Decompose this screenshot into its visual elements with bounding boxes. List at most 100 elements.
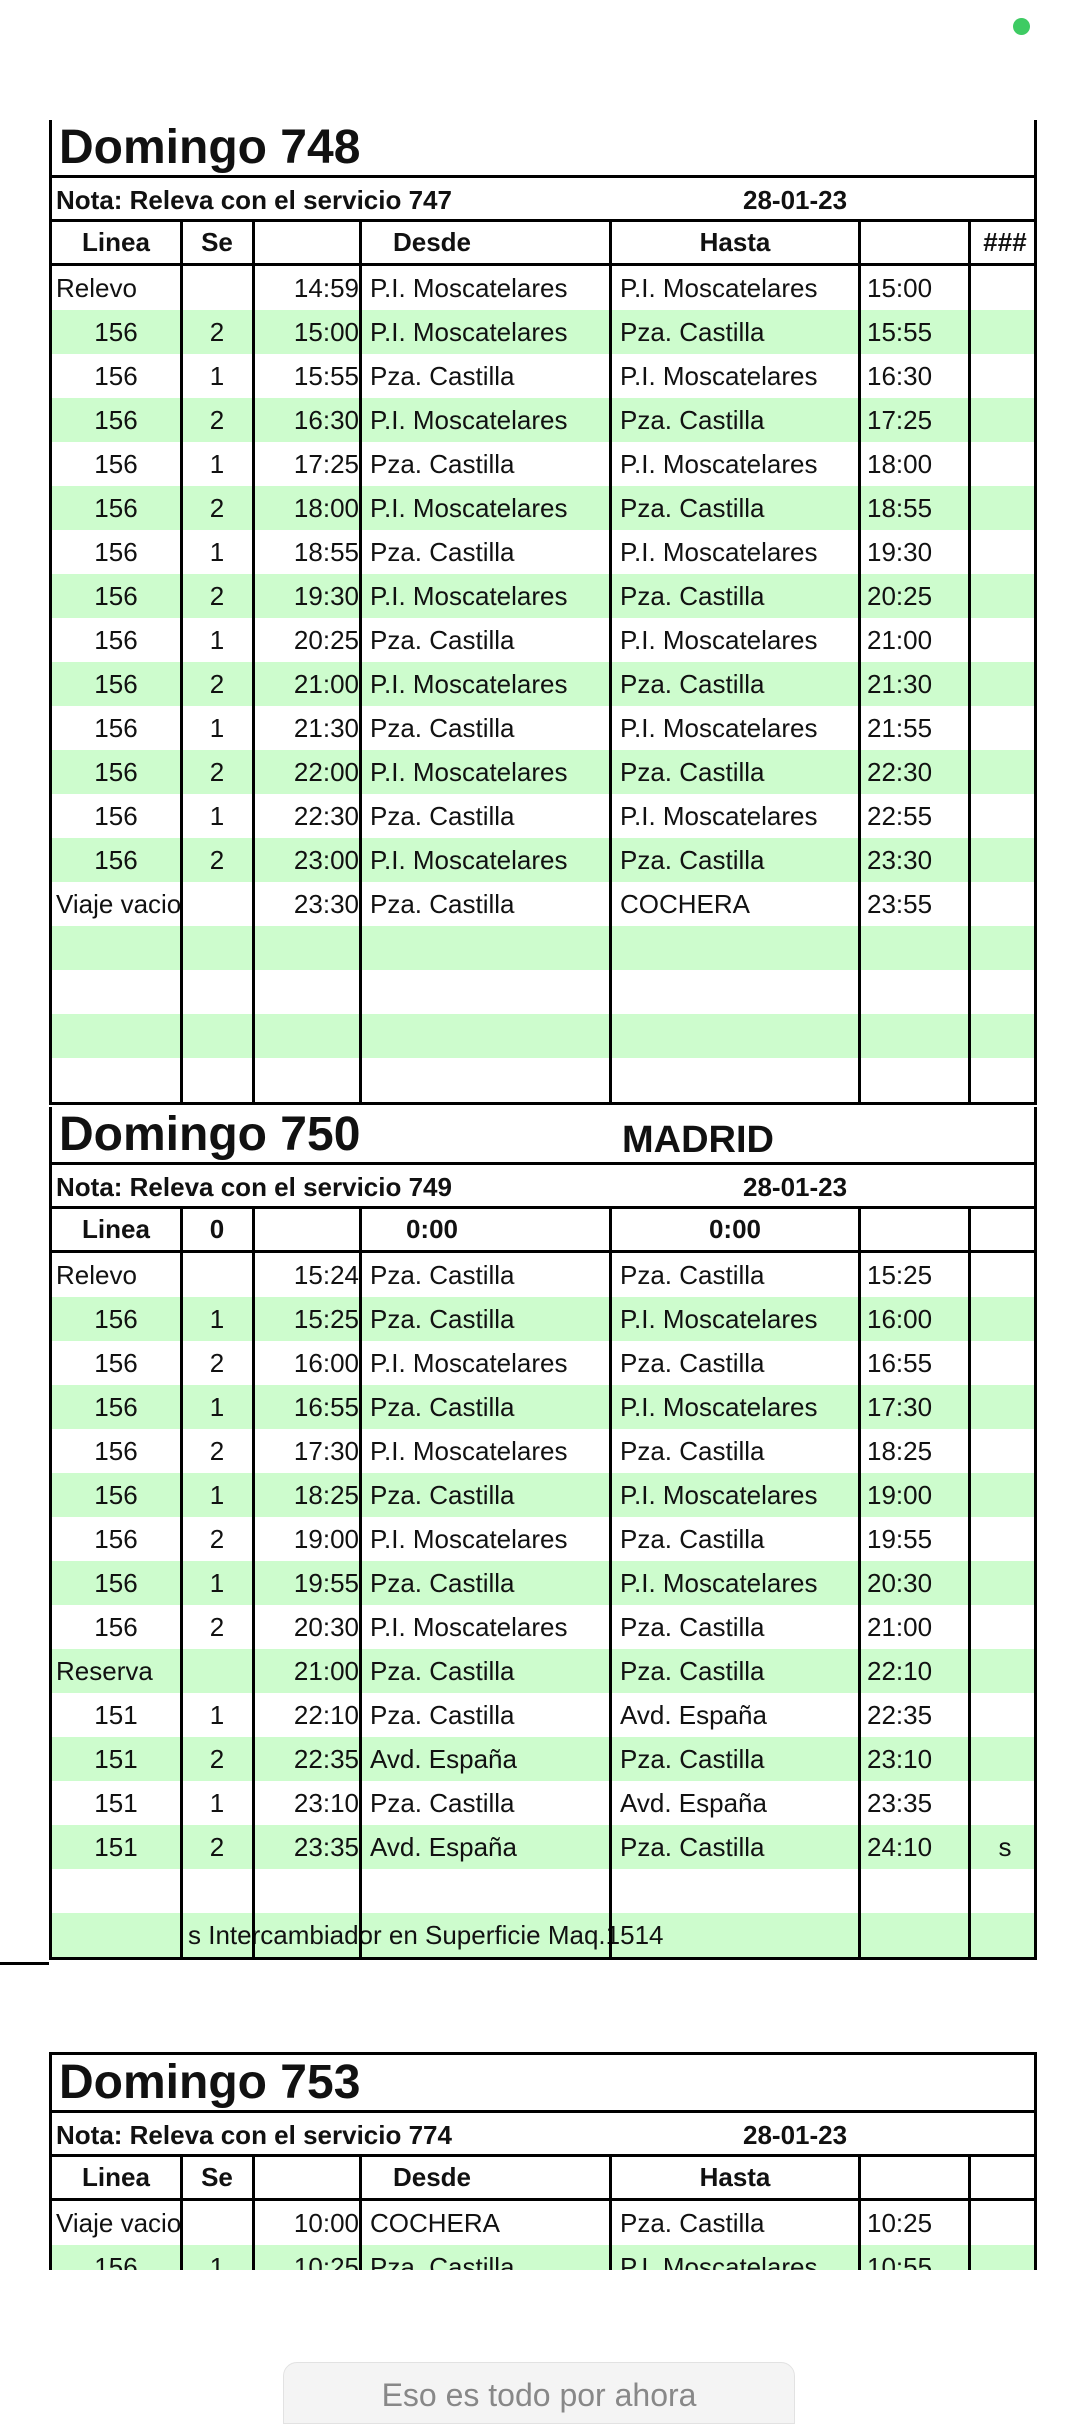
cell-extra <box>976 2201 1034 2245</box>
sheet-title-row: Domingo 750 MADRID <box>52 1107 1034 1165</box>
column-divider <box>968 2157 971 2270</box>
cell-departure-time: 15:00 <box>293 317 359 347</box>
cell-se <box>182 1014 252 1058</box>
cell-desde: P.I. Moscatelares <box>370 1524 568 1554</box>
cell-desde: P.I. Moscatelares <box>370 405 568 435</box>
cell-linea: 156 <box>94 581 138 611</box>
cell-arrival-time: 16:30 <box>867 361 933 391</box>
cell-se: 2 <box>209 1524 225 1554</box>
cell-linea: 151 <box>94 1832 138 1862</box>
cell-linea: 151 <box>94 1744 138 1774</box>
column-divider <box>609 2157 612 2270</box>
cell-arrival-time: 20:25 <box>867 581 933 611</box>
cell-desde: P.I. Moscatelares <box>370 1348 568 1378</box>
cell-se: 1 <box>209 1392 225 1422</box>
cell-linea: 156 <box>94 405 138 435</box>
cell-desde: Pza. Castilla <box>370 2252 515 2270</box>
cell-linea: 156 <box>94 801 138 831</box>
table-header: Linea Se Desde Hasta <box>52 2157 1034 2201</box>
cell-linea: 151 <box>94 1788 138 1818</box>
cell-extra <box>976 1693 1034 1737</box>
table-row: Relevo 15:24 Pza. Castilla Pza. Castilla 15:… <box>52 1253 1034 1297</box>
col-header-hasta: Hasta <box>699 227 771 257</box>
table-row: 156 2 16:00 P.I. Moscatelares Pza. Castilla 1… <box>52 1341 1034 1385</box>
cell-desde: Pza. Castilla <box>370 1700 515 1730</box>
cell-departure-time <box>255 1058 359 1102</box>
cell-extra <box>976 970 1034 1014</box>
cell-departure-time: 21:00 <box>293 1656 359 1686</box>
nota-text: Nota: Releva con el servicio 747 <box>56 185 452 215</box>
cell-desde: Pza. Castilla <box>370 1260 515 1290</box>
cell-desde: P.I. Moscatelares <box>370 757 568 787</box>
cell-arrival-time: 23:30 <box>867 845 933 875</box>
cell-desde: P.I. Moscatelares <box>370 669 568 699</box>
cell-hasta: P.I. Moscatelares <box>620 625 818 655</box>
col-header-desde: Desde <box>392 2162 472 2192</box>
table-row: 156 1 10:25 Pza. Castilla P.I. Moscatelares 1… <box>52 2245 1034 2270</box>
table-row <box>52 970 1034 1014</box>
cell-departure-time: 17:25 <box>293 449 359 479</box>
cell-desde: COCHERA <box>370 2208 501 2238</box>
cell-linea: 156 <box>94 1480 138 1510</box>
column-divider <box>968 222 971 1102</box>
cell-arrival-time: 21:30 <box>867 669 933 699</box>
col-header-linea: Linea <box>82 2162 150 2192</box>
cell-departure-time: 16:00 <box>293 1348 359 1378</box>
cell-departure-time: 17:30 <box>293 1436 359 1466</box>
cell-extra <box>976 1737 1034 1781</box>
table-row: 156 1 16:55 Pza. Castilla P.I. Moscatelares 1… <box>52 1385 1034 1429</box>
cell-extra <box>976 706 1034 750</box>
cell-hasta: P.I. Moscatelares <box>620 1568 818 1598</box>
cell-extra <box>976 310 1034 354</box>
cell-hasta: Pza. Castilla <box>620 845 765 875</box>
cell-hasta: Pza. Castilla <box>620 1436 765 1466</box>
footnote-row: s Intercambiador en Superficie Maq.1514 <box>52 1913 1034 1957</box>
table-row <box>52 926 1034 970</box>
cell-departure-time: 23:30 <box>293 889 359 919</box>
table-row: 156 1 22:30 Pza. Castilla P.I. Moscatelares 2… <box>52 794 1034 838</box>
cell-se: 2 <box>209 1436 225 1466</box>
col-header-se: Se <box>201 2162 233 2192</box>
cell-hasta: Avd. España <box>620 1788 767 1818</box>
date-text: 28-01-23 <box>743 185 848 215</box>
table-row: Reserva 21:00 Pza. Castilla Pza. Castilla 22… <box>52 1649 1034 1693</box>
cell-se: 2 <box>209 1612 225 1642</box>
cell-desde: P.I. Moscatelares <box>370 273 568 303</box>
column-divider <box>858 222 861 1102</box>
cell-extra <box>976 1605 1034 1649</box>
cell-extra <box>976 1253 1034 1297</box>
cell-linea: 156 <box>94 537 138 567</box>
cell-departure-time: 23:00 <box>293 845 359 875</box>
cell-se <box>182 1869 252 1913</box>
table-row: 156 1 15:25 Pza. Castilla P.I. Moscatelares 1… <box>52 1297 1034 1341</box>
schedule-table: Linea Se Desde Hasta Viaje vacio 10:00 COC… <box>52 2157 1034 2270</box>
cell-departure-time <box>255 926 359 970</box>
cell-desde: Pza. Castilla <box>370 1788 515 1818</box>
col-header-desde: Desde <box>392 227 472 257</box>
col-header-hasta: Hasta <box>699 2162 771 2192</box>
column-divider <box>180 2157 183 2270</box>
cell-linea: 151 <box>94 1700 138 1730</box>
column-divider <box>968 1209 971 1957</box>
column-divider <box>252 222 255 1102</box>
cell-hasta: P.I. Moscatelares <box>620 2252 818 2270</box>
col-header-linea: Linea <box>82 1214 150 1244</box>
cell-arrival-time: 23:10 <box>867 1744 933 1774</box>
cell-arrival-time: 10:55 <box>867 2252 933 2270</box>
cell-linea: 156 <box>94 1524 138 1554</box>
nota-text: Nota: Releva con el servicio 749 <box>56 1172 452 1202</box>
cell-extra <box>976 1297 1034 1341</box>
cell-arrival-time: 17:30 <box>867 1392 933 1422</box>
table-row: 151 2 22:35 Avd. España Pza. Castilla 23:10 <box>52 1737 1034 1781</box>
table-row: 156 1 19:55 Pza. Castilla P.I. Moscatelares 2… <box>52 1561 1034 1605</box>
cell-se: 2 <box>209 493 225 523</box>
cell-departure-time: 16:30 <box>293 405 359 435</box>
table-row: 156 2 22:00 P.I. Moscatelares Pza. Castilla 2… <box>52 750 1034 794</box>
cell-linea: 156 <box>94 2252 138 2270</box>
table-body: Relevo 14:59 P.I. Moscatelares P.I. Moscate… <box>52 266 1034 1102</box>
cell-extra <box>976 1649 1034 1693</box>
cell-arrival-time: 22:10 <box>867 1656 933 1686</box>
cell-linea: 156 <box>94 1568 138 1598</box>
cell-linea: 156 <box>94 449 138 479</box>
schedule-sheet-748: Domingo 748 Nota: Releva con el servicio… <box>49 120 1037 1105</box>
